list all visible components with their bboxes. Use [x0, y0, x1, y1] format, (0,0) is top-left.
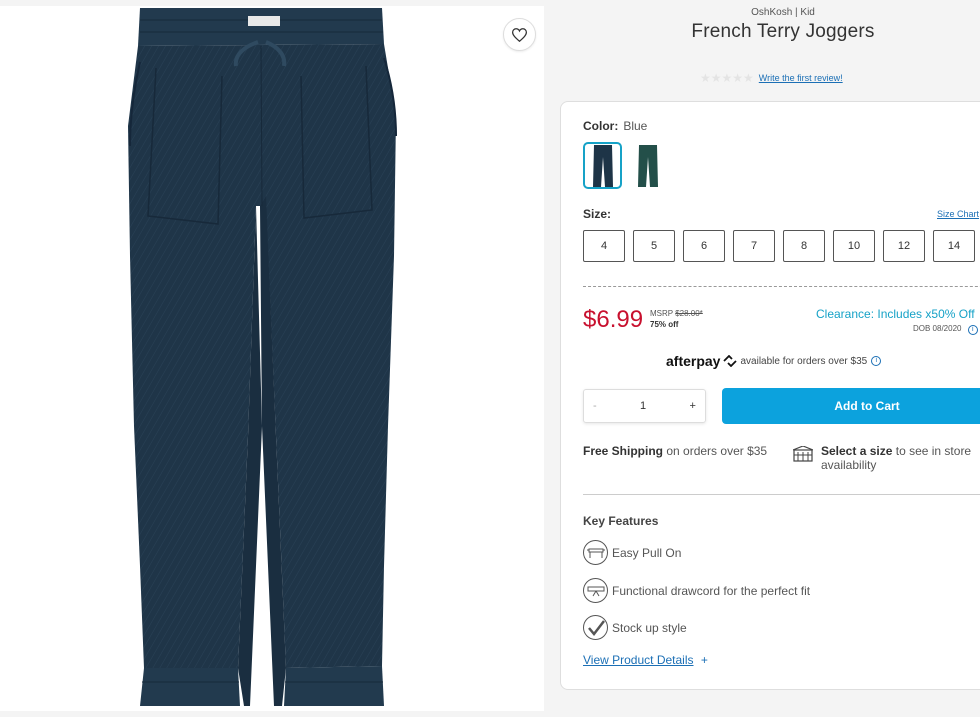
dob-text: DOB 08/2020: [913, 324, 962, 333]
dob-row: DOB 08/2020 i: [913, 324, 978, 335]
feature-item: Functional drawcord for the perfect fit: [583, 578, 810, 603]
free-shipping-bold: Free Shipping: [583, 444, 664, 458]
key-features-title: Key Features: [583, 514, 659, 528]
store-availability-note: Select a size to see in store availabili…: [821, 444, 980, 472]
size-option-6[interactable]: 6: [683, 230, 725, 262]
size-option-5[interactable]: 5: [633, 230, 675, 262]
afterpay-text: available for orders over $35: [740, 355, 868, 367]
size-label: Size:: [583, 207, 612, 221]
free-shipping-note: Free Shipping on orders over $35: [583, 444, 767, 458]
write-review-link[interactable]: Write the first review!: [759, 73, 843, 83]
quantity-increase-button[interactable]: +: [690, 400, 696, 412]
size-option-8[interactable]: 8: [783, 230, 825, 262]
size-option-12[interactable]: 12: [883, 230, 925, 262]
blue-pants-thumbnail: [592, 144, 613, 187]
pull-on-icon: [583, 540, 608, 565]
size-options: 4 5 6 7 8 10 12 14: [583, 230, 980, 262]
afterpay-logo: afterpay: [666, 353, 721, 369]
afterpay-info-icon[interactable]: i: [871, 356, 882, 366]
size-option-7[interactable]: 7: [733, 230, 775, 262]
discount-percent: 75% off: [650, 320, 679, 329]
add-to-cart-button[interactable]: Add to Cart: [722, 388, 980, 424]
color-selector-label: Color: Blue: [583, 119, 647, 133]
green-pants-thumbnail: [637, 144, 658, 187]
size-option-4[interactable]: 4: [583, 230, 625, 262]
heart-icon: [512, 27, 527, 42]
view-product-details-link[interactable]: View Product Details +: [583, 653, 708, 667]
quantity-decrease-button[interactable]: -: [593, 400, 597, 412]
msrp-label: MSRP: [650, 309, 673, 318]
color-label: Color:: [583, 119, 619, 133]
purchase-card: Color: Blue Size: Size Chart 4 5 6 7 8 10…: [560, 101, 980, 690]
feature-label: Stock up style: [612, 620, 687, 635]
msrp-block: MSRP $28.00* 75% off: [650, 308, 703, 330]
size-option-10[interactable]: 10: [833, 230, 875, 262]
color-swatch-green[interactable]: [628, 142, 667, 189]
product-brand: OshKosh | Kid: [751, 7, 815, 18]
expand-plus-icon: +: [700, 653, 708, 667]
free-shipping-rest: on orders over $35: [666, 444, 768, 458]
feature-label: Functional drawcord for the perfect fit: [612, 583, 811, 598]
store-icon: [793, 446, 813, 462]
clearance-text: Clearance: Includes x50% Off: [816, 307, 975, 321]
quantity-input[interactable]: 1: [640, 400, 646, 412]
product-image[interactable]: [126, 6, 398, 711]
select-size-bold: Select a size: [821, 444, 893, 458]
dob-info-icon[interactable]: i: [967, 325, 978, 335]
divider: [583, 286, 980, 287]
color-value: Blue: [623, 119, 648, 133]
sale-price: $6.99: [583, 306, 644, 333]
rating-stars-icon: ★★★★★: [700, 71, 754, 85]
checkmark-icon: [583, 615, 608, 640]
product-title: French Terry Joggers: [691, 21, 875, 42]
feature-item: Stock up style: [583, 615, 687, 640]
quantity-stepper: - 1 +: [583, 389, 706, 423]
msrp-value: $28.00*: [675, 309, 703, 318]
size-chart-link[interactable]: Size Chart: [937, 209, 979, 219]
view-product-details-text: View Product Details: [583, 653, 694, 667]
feature-item: Easy Pull On: [583, 540, 681, 565]
favorite-button[interactable]: [503, 18, 536, 51]
afterpay-arrows-icon: [723, 355, 738, 367]
rating-row: ★★★★★ Write the first review!: [700, 71, 843, 85]
divider: [583, 494, 980, 495]
afterpay-row: afterpay available for orders over $35 i: [666, 353, 882, 369]
feature-label: Easy Pull On: [612, 545, 682, 560]
drawcord-icon: [583, 578, 608, 603]
product-image-panel: [0, 6, 544, 711]
size-option-14[interactable]: 14: [933, 230, 975, 262]
color-swatch-blue[interactable]: [583, 142, 622, 189]
